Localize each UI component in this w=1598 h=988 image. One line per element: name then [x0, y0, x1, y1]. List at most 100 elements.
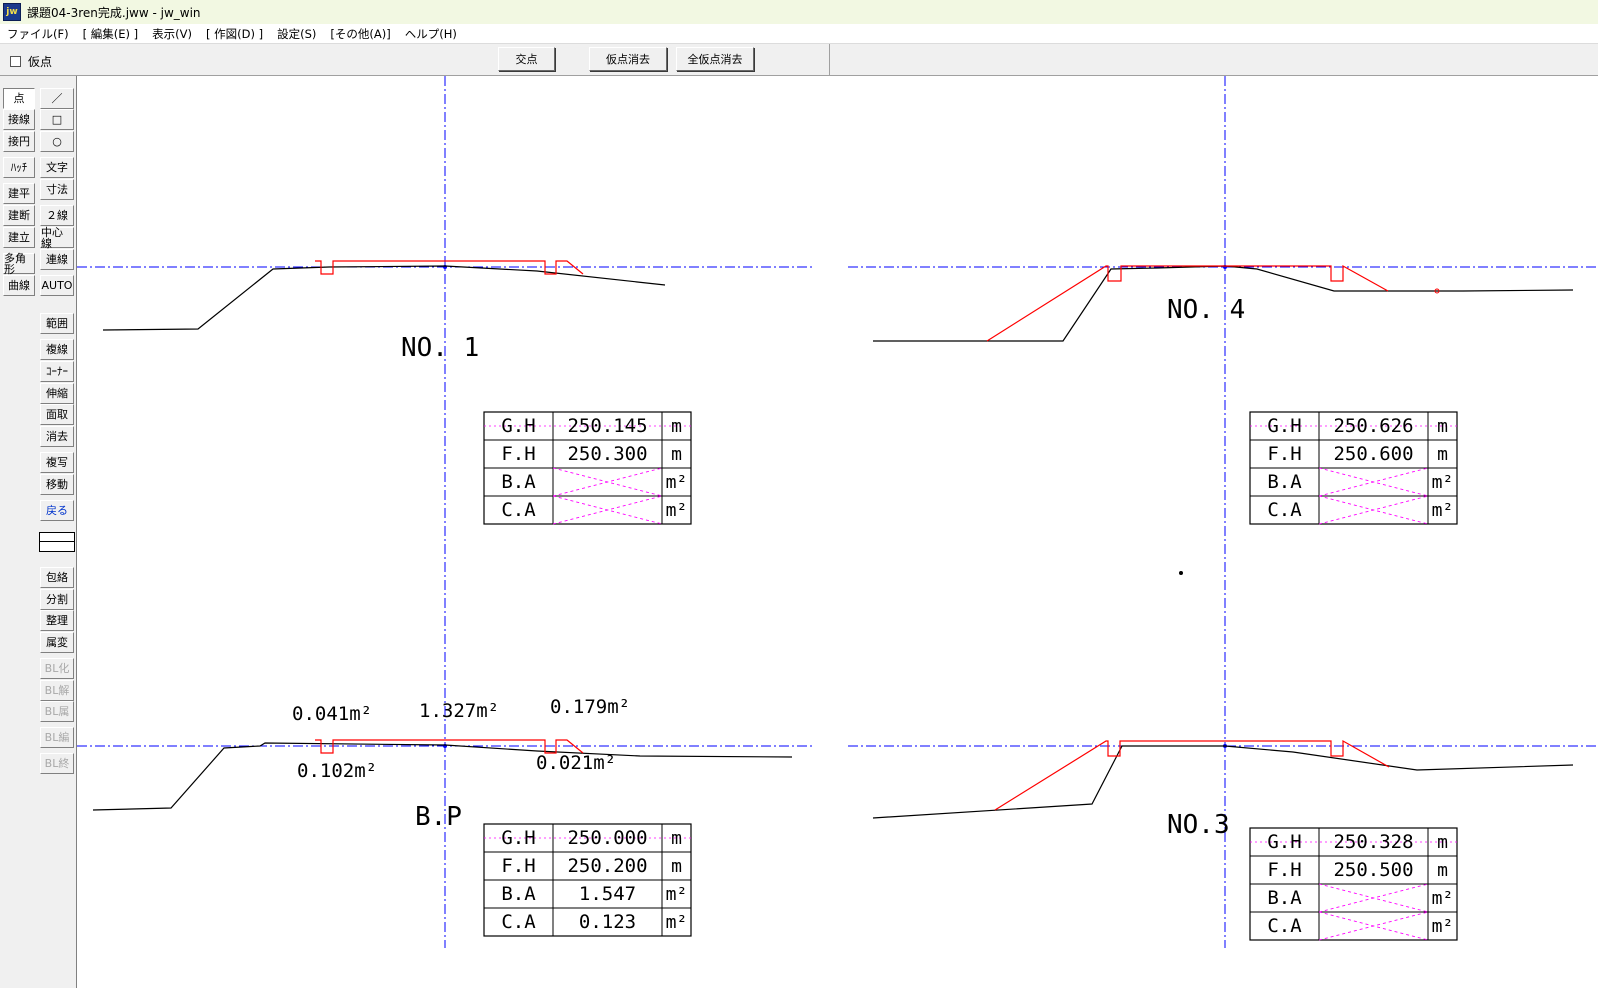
table-value: 1.547 — [579, 883, 636, 905]
tool-auto[interactable]: AUTO — [40, 275, 74, 296]
menu-view[interactable]: 表示(V) — [145, 26, 199, 42]
tool-attribute-change[interactable]: 属変 — [40, 632, 74, 653]
tool-range[interactable]: 範囲 — [40, 313, 74, 334]
window-title: 課題04-3ren完成.jww - jw_win — [27, 5, 201, 20]
table-value: 0.123 — [579, 911, 636, 933]
intersect-button[interactable]: 交点 — [498, 47, 555, 71]
tool-arch-plan[interactable]: 建平 — [3, 183, 35, 204]
area-label-4: 0.102m² — [297, 760, 377, 782]
table-unit: m — [1437, 416, 1448, 437]
table-value: 250.600 — [1333, 443, 1413, 465]
tool-circle-icon[interactable]: ○ — [40, 131, 74, 152]
section-table: G.H 250.626 m F.H 250.600 m B.A m² C.A m² — [1249, 411, 1458, 525]
control-bar: 仮点 交点 仮点消去 全仮点消去 — [0, 44, 1598, 76]
table-value: 250.000 — [567, 827, 647, 849]
delete-all-temp-points-button[interactable]: 全仮点消去 — [676, 47, 754, 71]
menu-help[interactable]: ヘルプ(H) — [398, 26, 464, 42]
table-unit: m² — [666, 912, 688, 933]
tool-block-create[interactable]: BL化 — [40, 658, 74, 679]
tool-block-explode[interactable]: BL解 — [40, 680, 74, 701]
area-label-2: 1.327m² — [419, 700, 499, 722]
table-value: 250.200 — [567, 855, 647, 877]
table-value: 250.328 — [1333, 831, 1413, 853]
title-bar: jw 課題04-3ren完成.jww - jw_win — [0, 0, 1598, 24]
tool-curve[interactable]: 曲線 — [3, 275, 35, 296]
checkbox-box[interactable] — [10, 56, 21, 67]
section-name-no3: NO.3 — [1167, 810, 1230, 840]
tool-tangent-line[interactable]: 接線 — [3, 109, 35, 130]
menu-file[interactable]: ファイル(F) — [0, 26, 76, 42]
table-row-label: F.H — [501, 855, 535, 877]
tool-offset-line[interactable]: 複線 — [40, 339, 74, 360]
section-names: NO. 1 NO. 4 B.P NO.3 — [401, 295, 1245, 840]
section-name-no4: NO. 4 — [1167, 295, 1245, 325]
table-unit: m² — [666, 884, 688, 905]
table-unit: m² — [1432, 888, 1454, 909]
drawing-canvas[interactable]: NO. 1 NO. 4 B.P NO.3 0.041m² 1.327m² 0.1… — [77, 76, 1598, 988]
tool-double-line[interactable]: ２線 — [40, 205, 74, 226]
table-row-label: G.H — [501, 827, 535, 849]
tool-rectangle-icon[interactable]: □ — [40, 109, 74, 130]
menu-edit[interactable]: [ 編集(E) ] — [76, 26, 146, 42]
menu-other[interactable]: [その他(A)] — [323, 26, 397, 42]
section-name-bp: B.P — [415, 802, 462, 832]
section-table: G.H 250.000 m F.H 250.200 m B.A 1.547 m² C.A 0.123… — [483, 823, 692, 937]
line-type-swatch[interactable] — [39, 532, 75, 552]
table-unit: m — [671, 828, 682, 849]
table-value: 250.500 — [1333, 859, 1413, 881]
tool-block-end[interactable]: BL終 — [40, 753, 74, 774]
area-label-3: 0.179m² — [550, 696, 630, 718]
table-unit: m² — [1432, 472, 1454, 493]
ground-lines — [92, 265, 1574, 819]
table-value: 250.145 — [567, 415, 647, 437]
design-line-no3 — [994, 739, 1390, 811]
ground-line-bp — [92, 742, 793, 811]
table-unit: m — [1437, 444, 1448, 465]
tool-divide[interactable]: 分割 — [40, 589, 74, 610]
tool-copy[interactable]: 複写 — [40, 452, 74, 473]
table-row-label: G.H — [501, 415, 535, 437]
table-unit: m — [1437, 832, 1448, 853]
tool-text[interactable]: 文字 — [40, 157, 74, 178]
tool-corner[interactable]: ｺｰﾅｰ — [40, 361, 74, 382]
delete-temp-point-button[interactable]: 仮点消去 — [589, 47, 667, 71]
table-unit: m² — [666, 472, 688, 493]
tool-undo[interactable]: 戻る — [40, 500, 74, 521]
table-unit: m — [671, 416, 682, 437]
line-type-sample — [40, 541, 74, 542]
tool-block-edit[interactable]: BL編 — [40, 727, 74, 748]
tool-dimension[interactable]: 寸法 — [40, 179, 74, 200]
tool-tangent-circle[interactable]: 接円 — [3, 131, 35, 152]
tool-erase[interactable]: 消去 — [40, 426, 74, 447]
section-table: G.H 250.328 m F.H 250.500 m B.A m² C.A m² — [1249, 827, 1458, 941]
tool-move[interactable]: 移動 — [40, 474, 74, 495]
tool-point[interactable]: 点 — [3, 88, 35, 109]
table-row-label: F.H — [501, 443, 535, 465]
tool-line-icon[interactable]: ／ — [40, 88, 74, 109]
tool-polygon[interactable]: 多角形 — [3, 253, 35, 275]
table-unit: m — [671, 444, 682, 465]
tool-hatch[interactable]: ﾊｯﾁ — [3, 157, 35, 178]
table-row-label: B.A — [501, 883, 536, 905]
control-divider — [829, 44, 830, 75]
tool-stretch[interactable]: 伸縮 — [40, 383, 74, 404]
tool-envelope[interactable]: 包絡 — [40, 567, 74, 588]
tool-arch-elevation[interactable]: 建立 — [3, 227, 35, 248]
tool-block-attribute[interactable]: BL属 — [40, 701, 74, 722]
table-unit: m² — [1432, 500, 1454, 521]
menu-settings[interactable]: 設定(S) — [270, 26, 323, 42]
temp-point-checkbox[interactable]: 仮点 — [10, 53, 52, 70]
table-value: 250.626 — [1333, 415, 1413, 437]
tool-connect-line[interactable]: 連線 — [40, 249, 74, 270]
table-row-label: B.A — [501, 471, 536, 493]
menu-draw[interactable]: [ 作図(D) ] — [199, 26, 270, 42]
tool-chamfer[interactable]: 面取 — [40, 404, 74, 425]
app-icon: jw — [3, 3, 21, 21]
table-unit: m — [671, 856, 682, 877]
tool-cleanup[interactable]: 整理 — [40, 610, 74, 631]
tool-center-line[interactable]: 中心線 — [40, 227, 74, 249]
drawing-svg: NO. 1 NO. 4 B.P NO.3 0.041m² 1.327m² 0.1… — [77, 76, 1598, 948]
table-row-label: B.A — [1267, 471, 1302, 493]
tool-arch-section[interactable]: 建断 — [3, 205, 35, 226]
ground-line-no1 — [102, 265, 666, 331]
